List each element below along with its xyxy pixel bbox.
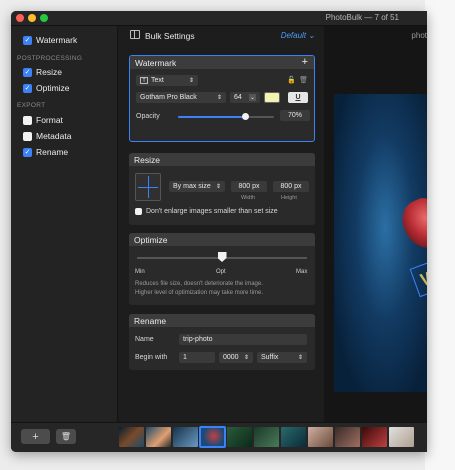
sidebar-toggle-icon[interactable]	[130, 30, 140, 39]
type-select-chevron-icon: ⇕	[188, 78, 194, 84]
background-edge	[425, 0, 455, 470]
optimize-min-label: Min	[135, 269, 145, 275]
width-input[interactable]: 800 px	[231, 181, 267, 192]
optimize-max-label: Max	[296, 269, 308, 275]
settings-pane: Bulk Settings Default ⌄ Watermark + T Te…	[119, 26, 324, 422]
no-enlarge-option[interactable]: Don't enlarge images smaller than set si…	[135, 208, 278, 215]
rename-panel: Rename Name trip-photo Begin with 1 0000…	[129, 314, 315, 370]
text-color-swatch[interactable]	[264, 92, 280, 103]
watermark-overlay[interactable]: W	[409, 260, 427, 298]
resize-mode-select[interactable]: By max size ⇕	[169, 181, 225, 192]
add-images-button[interactable]: +	[21, 429, 50, 444]
sidebar-item-watermark[interactable]: ✓ Watermark	[23, 34, 77, 46]
app-window: PhotoBulk — 7 of 51 ✓ Watermark POSTPROC…	[11, 11, 427, 452]
optimize-note-2: Higher level of optimization may take mo…	[135, 290, 264, 296]
preview-photo[interactable]: W	[334, 94, 427, 392]
rename-name-input[interactable]: trip-photo	[179, 334, 307, 345]
resize-checkbox[interactable]: ✓	[23, 67, 32, 77]
position-chevron-icon: ⇕	[297, 355, 303, 361]
window-title: PhotoBulk — 7 of 51	[325, 13, 399, 22]
optimize-panel-header: Optimize	[129, 233, 315, 246]
rename-panel-header: Rename	[129, 314, 315, 327]
preview-area: phot W	[324, 26, 427, 422]
trash-icon[interactable]: 🗑	[56, 429, 76, 444]
font-size-chevron-icon[interactable]: ⌄	[248, 94, 256, 101]
watermark-type-select[interactable]: T Text ⇕	[136, 75, 198, 86]
optimize-panel: Optimize Min Opt Max Reduces file size, …	[129, 233, 315, 305]
font-select[interactable]: Gotham Pro Black ⇕	[136, 92, 226, 103]
sidebar: ✓ Watermark POSTPROCESSING ✓ Resize ✓ Op…	[11, 26, 118, 433]
resize-panel: Resize By max size ⇕ 800 px Width 800 px…	[129, 153, 315, 225]
underline-toggle[interactable]: U	[288, 92, 308, 103]
resize-mode-chevron-icon: ⇕	[215, 184, 221, 190]
thumbnail[interactable]	[254, 427, 279, 447]
thumbnail[interactable]	[308, 427, 333, 447]
opacity-label: Opacity	[136, 113, 160, 120]
sidebar-item-resize[interactable]: ✓ Resize	[23, 66, 62, 78]
metadata-checkbox[interactable]	[23, 131, 32, 141]
digits-select[interactable]: 0000 ⇕	[219, 352, 253, 363]
begin-with-input[interactable]: 1	[179, 352, 215, 363]
close-button[interactable]	[16, 14, 24, 22]
preset-dropdown[interactable]: Default ⌄	[281, 31, 315, 40]
minimize-button[interactable]	[28, 14, 36, 22]
settings-title: Bulk Settings	[145, 31, 195, 41]
sidebar-item-optimize[interactable]: ✓ Optimize	[23, 82, 70, 94]
thumbnail-strip	[119, 426, 427, 449]
watermark-panel-header: Watermark +	[130, 56, 314, 69]
section-export: EXPORT	[17, 102, 46, 109]
rename-name-label: Name	[135, 336, 154, 343]
digits-chevron-icon: ⇕	[243, 355, 249, 361]
thumbnail[interactable]	[281, 427, 306, 447]
thumbnail[interactable]	[389, 427, 414, 447]
resize-anchor-icon	[135, 173, 161, 201]
optimize-opt-label: Opt	[216, 269, 226, 275]
thumbnail[interactable]	[362, 427, 387, 447]
optimize-note-1: Reduces file size, doesn't deteriorate t…	[135, 281, 263, 287]
settings-header: Bulk Settings Default ⌄	[119, 26, 324, 46]
thumbnail[interactable]	[227, 427, 252, 447]
thumbnail[interactable]	[146, 427, 171, 447]
sidebar-item-format[interactable]: Format	[23, 114, 63, 126]
thumbnail[interactable]	[173, 427, 198, 447]
opacity-slider-knob[interactable]	[241, 113, 249, 120]
position-select[interactable]: Suffix ⇕	[257, 352, 307, 363]
height-input[interactable]: 800 px	[273, 181, 309, 192]
optimize-slider[interactable]	[137, 252, 307, 262]
title-bar: PhotoBulk — 7 of 51	[11, 11, 427, 26]
add-watermark-button[interactable]: +	[302, 56, 308, 68]
preview-tab-label: phot	[411, 31, 427, 40]
watermark-checkbox[interactable]: ✓	[23, 35, 32, 45]
font-select-chevron-icon: ⇕	[216, 95, 222, 101]
optimize-checkbox[interactable]: ✓	[23, 83, 32, 93]
fish-image	[395, 192, 427, 256]
watermark-panel: Watermark + T Text ⇕ 🔓 🗑 Gotham Pro Blac…	[129, 55, 315, 142]
opacity-value[interactable]: 70%	[280, 110, 310, 121]
format-checkbox[interactable]	[23, 115, 32, 125]
height-label: Height	[281, 195, 297, 201]
sidebar-item-metadata[interactable]: Metadata	[23, 130, 71, 142]
thumbnail-selected[interactable]	[199, 426, 226, 448]
thumbnail[interactable]	[119, 427, 144, 447]
bottom-bar: + 🗑	[11, 422, 427, 452]
optimize-slider-knob[interactable]	[217, 252, 227, 262]
no-enlarge-checkbox[interactable]	[135, 208, 142, 215]
font-size-field[interactable]: 64 ⌄	[230, 92, 260, 103]
thumbnail[interactable]	[335, 427, 360, 447]
width-label: Width	[241, 195, 256, 201]
rename-checkbox[interactable]: ✓	[23, 147, 32, 157]
sidebar-item-rename[interactable]: ✓ Rename	[23, 146, 68, 158]
delete-watermark-icon[interactable]: 🗑	[299, 76, 308, 84]
section-postprocessing: POSTPROCESSING	[17, 55, 83, 62]
lock-icon[interactable]: 🔓	[287, 76, 296, 84]
text-type-icon: T	[140, 77, 148, 84]
resize-panel-header: Resize	[129, 153, 315, 166]
opacity-slider[interactable]	[178, 113, 274, 120]
zoom-button[interactable]	[40, 14, 48, 22]
begin-with-label: Begin with	[135, 354, 168, 361]
